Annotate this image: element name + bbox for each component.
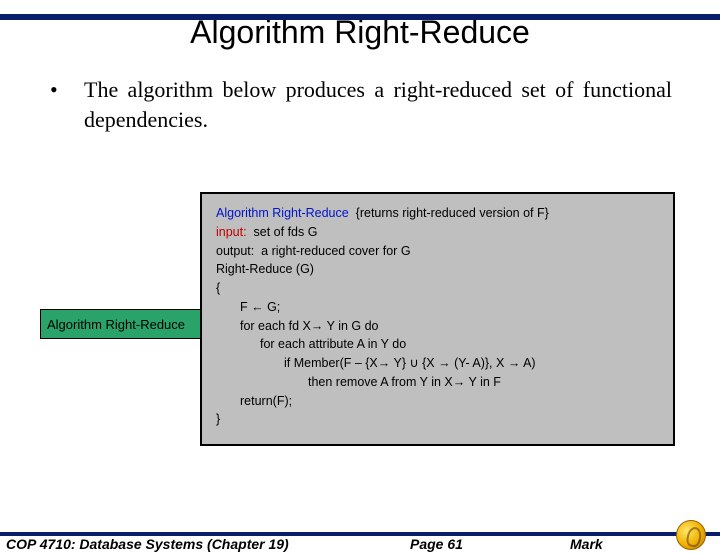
algo-open-brace: { bbox=[216, 279, 661, 298]
algorithm-label-text: Algorithm Right-Reduce bbox=[47, 317, 185, 332]
footer-page: Page 61 bbox=[410, 536, 570, 552]
algo-output-line: output: a right-reduced cover for G bbox=[216, 242, 661, 261]
algo-name: Algorithm Right-Reduce bbox=[216, 206, 349, 220]
footer-author: Mark bbox=[570, 536, 603, 552]
bullet-block: • The algorithm below produces a right-r… bbox=[48, 75, 672, 134]
algo-close-brace: } bbox=[216, 410, 661, 429]
algo-line-4: if Member(F – {X→ Y} ∪ {X → (Y- A)}, X →… bbox=[216, 354, 661, 373]
algo-call-line: Right-Reduce (G) bbox=[216, 260, 661, 279]
footer: COP 4710: Database Systems (Chapter 19) … bbox=[0, 536, 720, 554]
algorithm-area: Algorithm Right-Reduce Algorithm Right-R… bbox=[40, 174, 680, 474]
algo-line-6: return(F); bbox=[216, 392, 661, 411]
bullet-marker: • bbox=[48, 75, 84, 134]
algo-line-3: for each attribute A in Y do bbox=[216, 335, 661, 354]
top-accent-bar bbox=[0, 14, 720, 20]
footer-course: COP 4710: Database Systems (Chapter 19) bbox=[0, 536, 410, 552]
algo-comment: {returns right-reduced version of F} bbox=[349, 206, 549, 220]
algo-line-5: then remove A from Y in X→ Y in F bbox=[216, 373, 661, 392]
algo-input-text: set of fds G bbox=[247, 225, 318, 239]
ucf-logo-icon bbox=[676, 520, 706, 550]
algo-line-1: F ← G; bbox=[216, 298, 661, 317]
algo-header-line: Algorithm Right-Reduce {returns right-re… bbox=[216, 204, 661, 223]
algo-input-line: input: set of fds G bbox=[216, 223, 661, 242]
algo-input-label: input: bbox=[216, 225, 247, 239]
bullet-text: The algorithm below produces a right-red… bbox=[84, 75, 672, 134]
algo-line-2: for each fd X→ Y in G do bbox=[216, 317, 661, 336]
algorithm-label-box: Algorithm Right-Reduce bbox=[40, 309, 210, 339]
algorithm-code-box: Algorithm Right-Reduce {returns right-re… bbox=[200, 192, 675, 446]
